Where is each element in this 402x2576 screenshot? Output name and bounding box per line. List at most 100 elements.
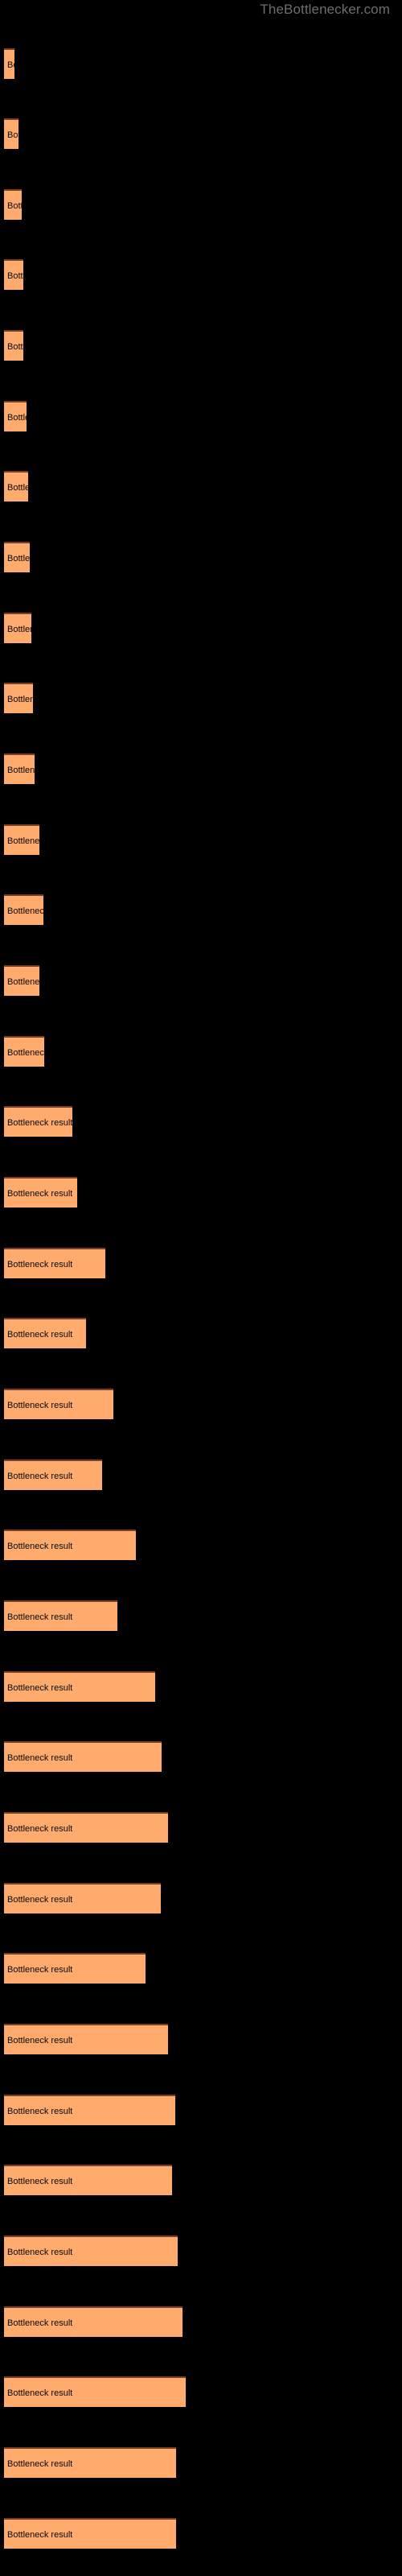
bar-row: Bottleneck result	[4, 2024, 168, 2054]
bar-label: Bottleneck result	[7, 60, 14, 70]
bar: Bottleneck result	[4, 259, 23, 290]
bar: Bottleneck result	[4, 1318, 86, 1348]
bar-label: Bottleneck result	[7, 695, 33, 704]
bar-label: Bottleneck result	[7, 906, 43, 916]
bar-row: Bottleneck result	[4, 1671, 155, 1702]
bar-list: Bottleneck result Bottleneck result Bottle…	[0, 0, 402, 2576]
bar-row: Bottleneck result	[4, 753, 35, 784]
bar-label: Bottleneck result	[7, 1753, 73, 1763]
bar: Bottleneck result	[4, 401, 27, 431]
bar-label: Bottleneck result	[7, 554, 30, 564]
bar: Bottleneck result	[4, 1600, 117, 1631]
bar: Bottleneck result	[4, 1530, 136, 1560]
bar-label-clip: Bottleneck result	[4, 1108, 72, 1138]
bar-row: Bottleneck result	[4, 2165, 172, 2195]
bar-label-clip: Bottleneck result	[4, 2378, 186, 2409]
bar-row: Bottleneck result	[4, 1812, 168, 1843]
bar-row: Bottleneck result	[4, 542, 30, 572]
bar-label: Bottleneck result	[7, 1118, 72, 1128]
bar-row: Bottleneck result	[4, 824, 39, 855]
bar-row: Bottleneck result	[4, 1177, 77, 1208]
bar-label-clip: Bottleneck result	[4, 2096, 175, 2127]
bar-label-clip: Bottleneck result	[4, 120, 18, 151]
bar: Bottleneck result	[4, 2376, 186, 2407]
bar: Bottleneck result	[4, 189, 22, 220]
bar-label-clip: Bottleneck result	[4, 1673, 155, 1703]
bar-label-clip: Bottleneck result	[4, 1743, 162, 1773]
bar-row: Bottleneck result	[4, 1741, 162, 1772]
bar-label-clip: Bottleneck result	[4, 2166, 172, 2197]
bar-label: Bottleneck result	[7, 977, 39, 987]
bar-row: Bottleneck result	[4, 330, 23, 361]
bar: Bottleneck result	[4, 2165, 172, 2195]
bar: Bottleneck result	[4, 542, 30, 572]
bar: Bottleneck result	[4, 1036, 44, 1067]
bar-label: Bottleneck result	[7, 2107, 73, 2116]
bar-row: Bottleneck result	[4, 189, 22, 220]
bar-label: Bottleneck result	[7, 2036, 73, 2046]
bar-label-clip: Bottleneck result	[4, 1038, 44, 1068]
bar-row: Bottleneck result	[4, 2095, 175, 2125]
bar-label-clip: Bottleneck result	[4, 2237, 178, 2268]
bar: Bottleneck result	[4, 471, 28, 502]
bar-label: Bottleneck result	[7, 2177, 73, 2186]
bar: Bottleneck result	[4, 2024, 168, 2054]
bar-label: Bottleneck result	[7, 1542, 73, 1551]
bar-label-clip: Bottleneck result	[4, 191, 22, 221]
bar: Bottleneck result	[4, 613, 31, 643]
bar-label-clip: Bottleneck result	[4, 896, 43, 927]
bar-label: Bottleneck result	[7, 2459, 73, 2469]
bar-label-clip: Bottleneck result	[4, 332, 23, 362]
bar-row: Bottleneck result	[4, 401, 27, 431]
bar-label-clip: Bottleneck result	[4, 614, 31, 645]
bar-label: Bottleneck result	[7, 483, 28, 493]
bottleneck-chart: TheBottlenecker.com Bottleneck resultBot…	[0, 0, 402, 2576]
bar-row: Bottleneck result	[4, 1459, 102, 1490]
bar: Bottleneck result	[4, 824, 39, 855]
bar-label: Bottleneck result	[7, 2248, 73, 2257]
bar-label: Bottleneck result	[7, 1189, 73, 1199]
bar-label-clip: Bottleneck result	[4, 755, 35, 786]
bar-label: Bottleneck result	[7, 2388, 73, 2398]
bar-row: Bottleneck result	[4, 471, 28, 502]
bar-row: Bottleneck result	[4, 2306, 183, 2337]
bar-label: Bottleneck result	[7, 1330, 73, 1340]
bar-row: Bottleneck result	[4, 965, 39, 996]
bar-label-clip: Bottleneck result	[4, 1319, 86, 1350]
bar-label: Bottleneck result	[7, 1824, 73, 1834]
bar: Bottleneck result	[4, 894, 43, 925]
bar-row: Bottleneck result	[4, 1389, 113, 1419]
bar-label-clip: Bottleneck result	[4, 543, 30, 574]
bar: Bottleneck result	[4, 48, 14, 79]
bar-label-clip: Bottleneck result	[4, 1390, 113, 1421]
bar-label-clip: Bottleneck result	[4, 2308, 183, 2339]
bar-row: Bottleneck result	[4, 1600, 117, 1631]
bar: Bottleneck result	[4, 2095, 175, 2125]
bar: Bottleneck result	[4, 2235, 178, 2266]
bar-row: Bottleneck result	[4, 2235, 178, 2266]
bar-row: Bottleneck result	[4, 894, 43, 925]
bar-label: Bottleneck result	[7, 1048, 44, 1058]
bar-row: Bottleneck result	[4, 259, 23, 290]
bar-label-clip: Bottleneck result	[4, 2449, 176, 2479]
bar-label-clip: Bottleneck result	[4, 1531, 136, 1562]
bar-label-clip: Bottleneck result	[4, 1179, 77, 1209]
bar-row: Bottleneck result	[4, 1106, 72, 1137]
bar-label: Bottleneck result	[7, 2318, 73, 2328]
bar-label-clip: Bottleneck result	[4, 402, 27, 433]
bar-row: Bottleneck result	[4, 1318, 86, 1348]
bar-label-clip: Bottleneck result	[4, 1249, 105, 1280]
bar: Bottleneck result	[4, 753, 35, 784]
bar-label-clip: Bottleneck result	[4, 2025, 168, 2056]
bar-row: Bottleneck result	[4, 1036, 44, 1067]
bar: Bottleneck result	[4, 330, 23, 361]
bar-row: Bottleneck result	[4, 118, 18, 149]
bar: Bottleneck result	[4, 2518, 176, 2549]
bar: Bottleneck result	[4, 1248, 105, 1278]
bar: Bottleneck result	[4, 1883, 161, 1913]
bar-label: Bottleneck result	[7, 2530, 73, 2540]
bar: Bottleneck result	[4, 1812, 168, 1843]
bar: Bottleneck result	[4, 1389, 113, 1419]
bar-row: Bottleneck result	[4, 2376, 186, 2407]
bar-label: Bottleneck result	[7, 836, 39, 846]
